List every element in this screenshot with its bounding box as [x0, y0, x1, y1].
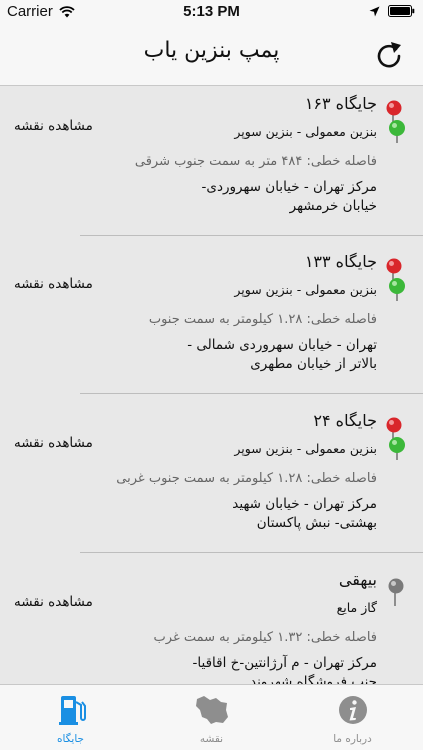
tab-about[interactable]: درباره ما	[282, 685, 423, 750]
location-arrow-icon	[369, 6, 380, 16]
list-item[interactable]: جایگاه ۲۴ بنزین معمولی - بنزین سوپر فاصل…	[0, 403, 423, 563]
battery-icon	[388, 5, 415, 17]
fuel-types: بنزین معمولی - بنزین سوپر	[234, 441, 377, 456]
tab-map[interactable]: نقشه	[141, 685, 282, 750]
station-title: جایگاه ۱۶۳	[304, 94, 377, 113]
divider	[80, 393, 423, 394]
distance-text: فاصله خطی: ۱.۳۲ کیلومتر به سمت غرب	[153, 630, 377, 645]
divider	[80, 235, 423, 236]
status-time: 5:13 PM	[183, 3, 240, 20]
station-title: جایگاه ۲۴	[313, 411, 377, 430]
distance-text: فاصله خطی: ۱.۲۸ کیلومتر به سمت جنوب	[148, 312, 377, 327]
tab-label: جایگاه	[56, 733, 85, 745]
tab-label: درباره ما	[333, 733, 372, 745]
distance-text: فاصله خطی: ۴۸۴ متر به سمت جنوب شرقی	[134, 154, 377, 169]
list-item[interactable]: جایگاه ۱۶۳ بنزین معمولی - بنزین سوپر فاص…	[0, 86, 423, 246]
station-pin-red-green-icon	[382, 413, 412, 461]
view-map-link[interactable]: مشاهده نقشه	[14, 594, 93, 610]
station-pin-red-green-icon	[382, 96, 412, 144]
station-title: جایگاه ۱۳۳	[304, 252, 377, 271]
station-address: مرکز تهران - خیابان شهید بهشتی- نبش پاکس…	[232, 496, 377, 531]
status-bar: Carrier 5:13 PM	[0, 0, 423, 24]
station-list[interactable]: جایگاه ۱۶۳ بنزین معمولی - بنزین سوپر فاص…	[0, 86, 423, 684]
fuel-types: بنزین معمولی - بنزین سوپر	[234, 124, 377, 139]
tab-stations[interactable]: جایگاه	[0, 685, 141, 750]
list-item[interactable]: جایگاه ۱۳۳ بنزین معمولی - بنزین سوپر فاص…	[0, 244, 423, 404]
station-address: تهران - خیابان سهروردی شمالی - بالاتر از…	[187, 337, 377, 372]
divider	[80, 552, 423, 553]
distance-text: فاصله خطی: ۱.۲۸ کیلومتر به سمت جنوب غربی	[116, 471, 377, 486]
status-right	[369, 5, 415, 17]
station-pin-gray-icon	[382, 572, 412, 620]
view-map-link[interactable]: مشاهده نقشه	[14, 276, 93, 292]
fuel-pump-icon	[58, 696, 86, 725]
fuel-types: بنزین معمولی - بنزین سوپر	[234, 282, 377, 297]
page-title: پمپ بنزین یاب	[143, 38, 280, 63]
station-address: مرکز تهران - خیابان سهروردی- خیابان خرمش…	[201, 179, 377, 214]
tab-bar: جایگاه نقشه درباره ما	[0, 684, 423, 750]
refresh-button[interactable]	[372, 38, 406, 72]
tab-label: نقشه	[199, 733, 224, 745]
navigation-bar: پمپ بنزین یاب	[0, 24, 423, 86]
iran-map-icon	[195, 696, 228, 724]
refresh-icon	[377, 42, 401, 68]
fuel-types: گاز مایع	[336, 600, 377, 615]
view-map-link[interactable]: مشاهده نقشه	[14, 118, 93, 134]
station-pin-red-green-icon	[382, 254, 412, 302]
station-title: بیهقی	[338, 570, 377, 589]
view-map-link[interactable]: مشاهده نقشه	[14, 435, 93, 451]
station-address: مرکز تهران - م آرژانتین-خ اقاقیا-جنب فرو…	[192, 655, 377, 684]
info-icon	[338, 696, 367, 724]
list-item[interactable]: بیهقی گاز مایع فاصله خطی: ۱.۳۲ کیلومتر ب…	[0, 562, 423, 684]
